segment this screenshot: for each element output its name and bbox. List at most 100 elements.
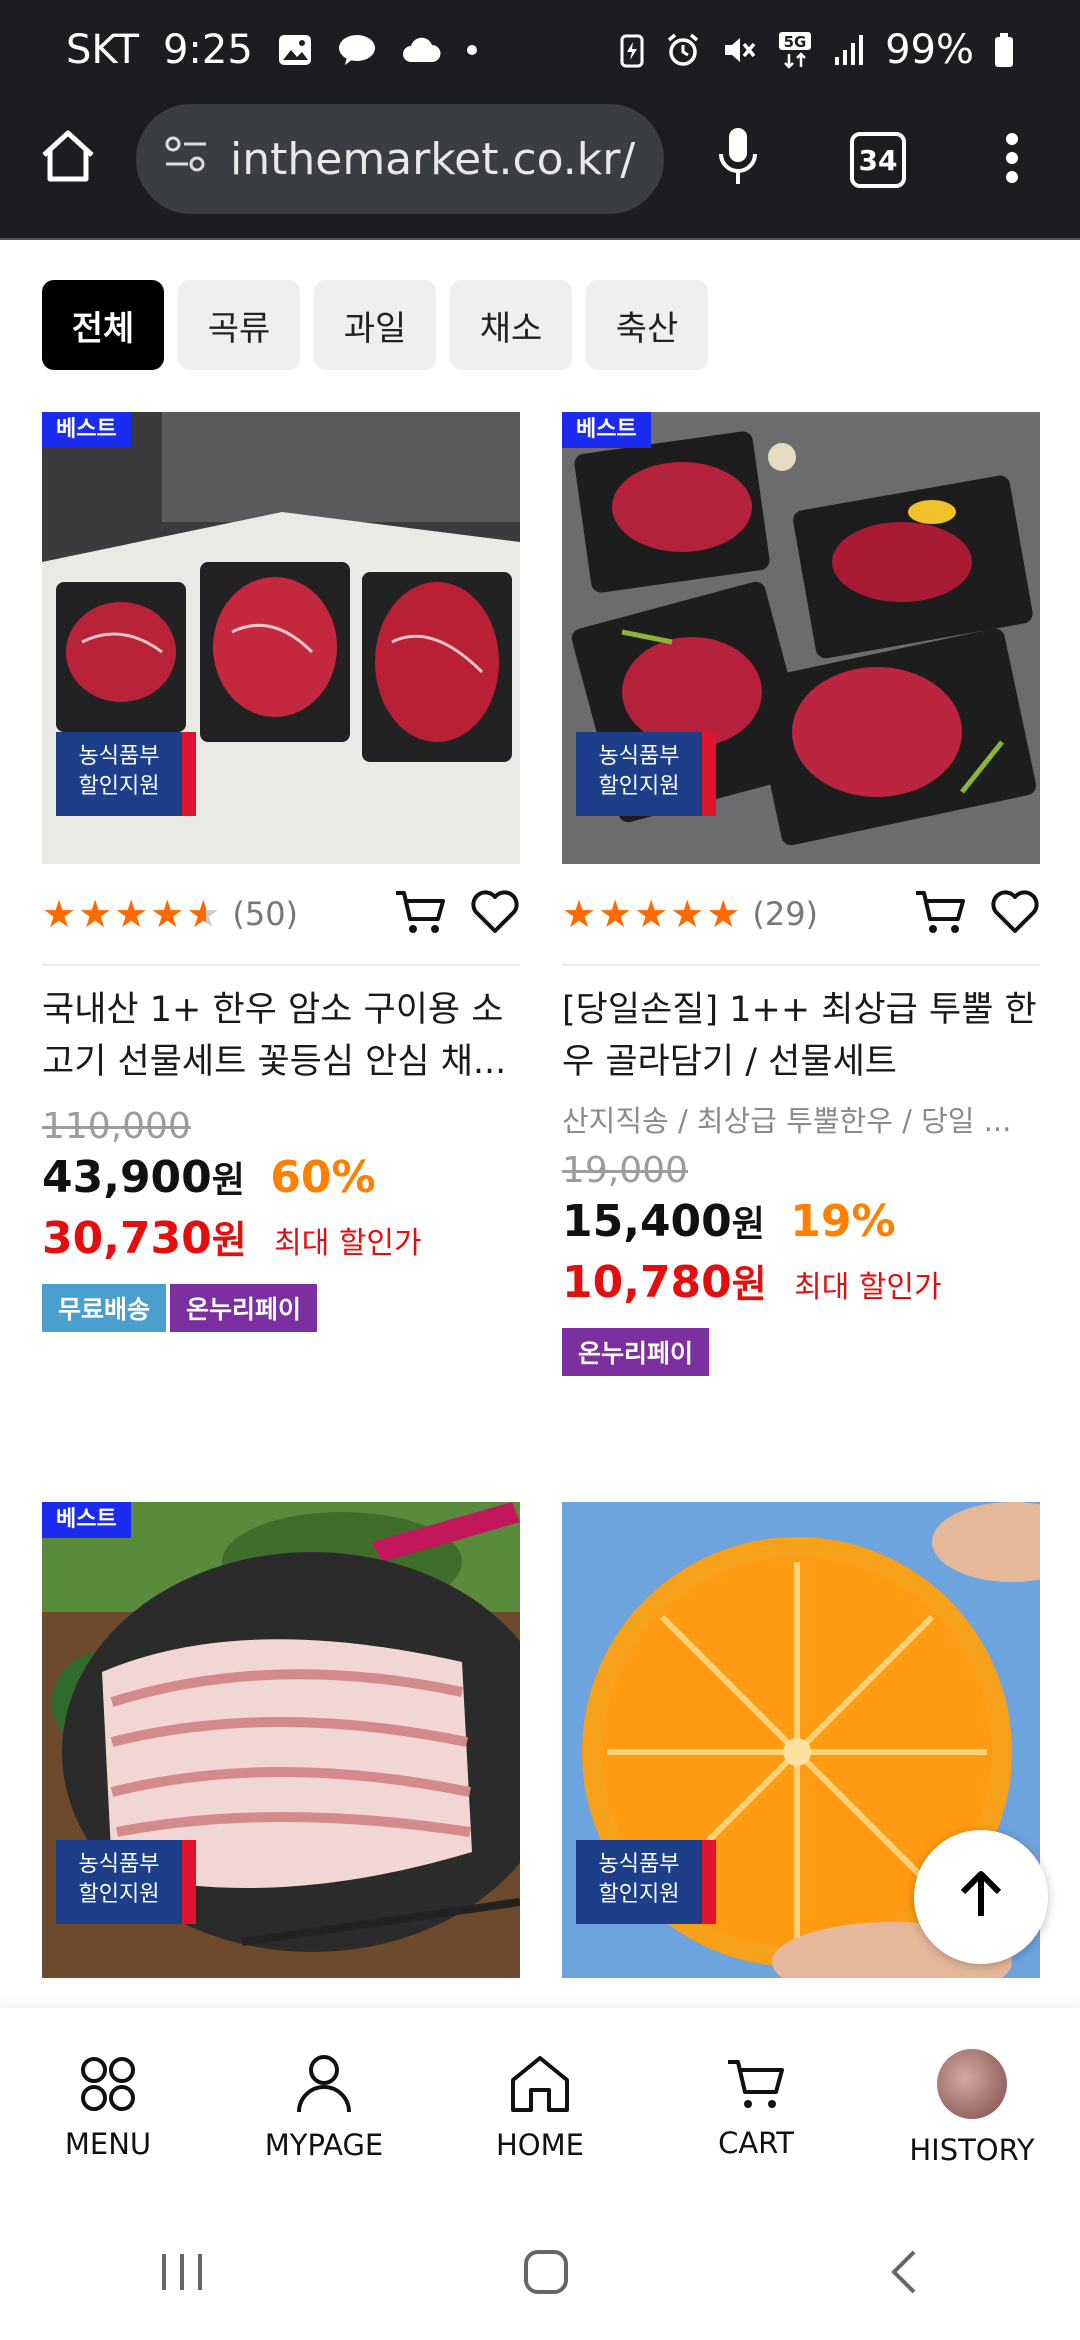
category-chip-all[interactable]: 전체: [42, 280, 164, 370]
sale-price: 15,400원 19%: [562, 1195, 1040, 1247]
battery-icon: [994, 33, 1014, 67]
clock: 9:25: [162, 27, 253, 73]
nav-mypage[interactable]: MYPAGE: [216, 2008, 432, 2208]
product-card[interactable]: 베스트 농식품부 할인지원 ★★★★★ (29) [당일손질] 1++ 최상급 …: [562, 412, 1040, 1376]
url-text: inthemarket.co.kr/: [230, 133, 636, 185]
signal-icon: [833, 33, 865, 67]
sale-price: 43,900원 60%: [42, 1151, 520, 1203]
support-line1: 농식품부: [78, 744, 160, 769]
dot-icon: [465, 43, 479, 57]
price-unit: 원: [211, 1160, 245, 1201]
support-line1: 농식품부: [78, 1852, 160, 1877]
rating-row: ★★★★★ (50): [42, 864, 520, 966]
nav-home[interactable]: HOME: [432, 2008, 648, 2208]
original-price: 110,000: [42, 1106, 191, 1147]
category-chip-grains[interactable]: 곡류: [178, 280, 300, 370]
tab-count: 34: [850, 132, 906, 188]
url-bar[interactable]: inthemarket.co.kr/: [136, 104, 664, 214]
nav-label: HISTORY: [909, 2133, 1035, 2167]
support-line2: 할인지원: [598, 774, 680, 799]
nav-history[interactable]: HISTORY: [864, 2008, 1080, 2208]
home-icon[interactable]: [36, 124, 100, 188]
product-card[interactable]: 베스트 농식품부 할인지원 ★★★★★ (50) 국내산 1+ 한우 암소 구이…: [42, 412, 520, 1332]
product-image[interactable]: 베스트 농식품부 할인지원: [42, 1502, 520, 1978]
support-line1: 농식품부: [598, 1852, 680, 1877]
category-tabs: 전체 곡류 과일 채소 축산: [42, 280, 708, 370]
back-icon[interactable]: [886, 2248, 922, 2300]
more-menu-icon[interactable]: [994, 126, 1030, 190]
talk-icon: [337, 33, 377, 67]
category-chip-livestock[interactable]: 축산: [586, 280, 708, 370]
arrow-up-icon: [959, 1870, 1003, 1924]
product-name[interactable]: 국내산 1+ 한우 암소 구이용 소고기 선물세트 꽃등심 안심 채...: [42, 984, 520, 1088]
grid-icon: [81, 2057, 135, 2111]
review-count: (50): [232, 895, 299, 933]
nav-label: HOME: [496, 2128, 584, 2162]
home-icon: [511, 2056, 569, 2112]
best-badge: 베스트: [42, 1502, 131, 1538]
product-image[interactable]: 베스트 농식품부 할인지원: [42, 412, 520, 864]
battery-saver-icon: [619, 32, 645, 68]
site-settings-icon[interactable]: [164, 134, 208, 185]
tab-switcher-button[interactable]: 34: [848, 130, 908, 190]
original-price: 19,000: [562, 1150, 688, 1191]
product-subtitle: 산지직송 / 최상급 투뿔한우 / 당일 ...: [562, 1104, 1012, 1138]
category-chip-vegetables[interactable]: 채소: [450, 280, 572, 370]
carrier: SKT: [66, 27, 139, 73]
product-tags: 온누리페이: [562, 1328, 1040, 1376]
max-price-value: 30,730: [42, 1213, 212, 1264]
price-unit: 원: [731, 1204, 765, 1245]
max-discount-price: 10,780원 최대 할인가: [562, 1253, 1040, 1308]
discount-support-badge: 농식품부 할인지원: [56, 1840, 196, 1924]
product-tags: 무료배송 온누리페이: [42, 1284, 520, 1332]
product-name[interactable]: [당일손질] 1++ 최상급 투뿔 한우 골라담기 / 선물세트: [562, 984, 1040, 1088]
home-button-icon[interactable]: [522, 2248, 570, 2300]
bottom-navigation: MENU MYPAGE HOME CART HISTORY: [0, 2008, 1080, 2208]
max-discount-price: 30,730원 최대 할인가: [42, 1209, 520, 1264]
nav-menu[interactable]: MENU: [0, 2008, 216, 2208]
max-price-value: 10,780: [562, 1257, 732, 1308]
nav-label: MENU: [64, 2127, 152, 2161]
best-badge: 베스트: [42, 412, 131, 448]
support-line1: 농식품부: [598, 744, 680, 769]
history-thumbnail: [937, 2049, 1007, 2119]
max-price-label: 최대 할인가: [274, 1226, 422, 1261]
scroll-to-top-button[interactable]: [914, 1830, 1048, 1964]
best-badge: 베스트: [562, 412, 651, 448]
review-count: (29): [752, 895, 819, 933]
product-card[interactable]: 베스트 농식품부 할인지원: [42, 1502, 520, 1978]
discount-support-badge: 농식품부 할인지원: [56, 732, 196, 816]
svg-text:5G: 5G: [784, 33, 807, 51]
microphone-icon[interactable]: [708, 122, 768, 192]
system-navigation-bar: [0, 2208, 1080, 2340]
onnuri-pay-tag: 온누리페이: [170, 1284, 318, 1332]
recent-apps-icon[interactable]: [158, 2250, 206, 2298]
category-chip-fruit[interactable]: 과일: [314, 280, 436, 370]
wishlist-heart-icon[interactable]: [990, 889, 1040, 939]
wishlist-heart-icon[interactable]: [470, 889, 520, 939]
cart-icon: [728, 2060, 784, 2108]
discount-support-badge: 농식품부 할인지원: [576, 1840, 716, 1924]
alarm-icon: [665, 32, 701, 68]
nav-cart[interactable]: CART: [648, 2008, 864, 2208]
sale-price-value: 15,400: [562, 1196, 732, 1247]
star-rating: ★★★★★: [562, 892, 743, 936]
support-line2: 할인지원: [598, 1882, 680, 1907]
onnuri-pay-tag: 온누리페이: [562, 1328, 710, 1376]
support-line2: 할인지원: [78, 1882, 160, 1907]
rating-row: ★★★★★ (29): [562, 864, 1040, 966]
max-price-unit: 원: [211, 1218, 247, 1262]
max-price-unit: 원: [731, 1262, 767, 1306]
gallery-icon: [277, 33, 313, 67]
nav-label: MYPAGE: [264, 2128, 384, 2162]
discount-percent: 60%: [270, 1152, 376, 1203]
add-to-cart-icon[interactable]: [914, 889, 966, 939]
sale-price-value: 43,900: [42, 1152, 212, 1203]
5g-icon: 5G: [777, 30, 813, 70]
product-image[interactable]: 베스트 농식품부 할인지원: [562, 412, 1040, 864]
add-to-cart-icon[interactable]: [394, 889, 446, 939]
mute-icon: [721, 32, 757, 68]
cloud-icon: [401, 36, 441, 64]
max-price-label: 최대 할인가: [794, 1270, 942, 1305]
discount-percent: 19%: [790, 1196, 896, 1247]
